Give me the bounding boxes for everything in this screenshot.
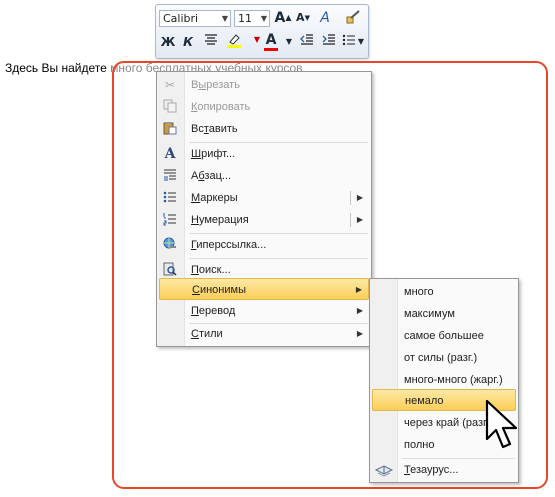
access-key: ы (198, 79, 207, 91)
font-color-label: A (265, 32, 277, 48)
numbering-icon (162, 212, 178, 228)
bullets-icon (162, 190, 178, 206)
styles-icon[interactable]: A (316, 9, 334, 27)
synonym-item[interactable]: много (372, 281, 516, 303)
menu-item-label: Копировать (191, 101, 251, 113)
menu-item-label: Стили (191, 328, 223, 340)
chevron-down-icon[interactable]: ▼ (222, 11, 228, 26)
increase-indent-icon[interactable] (320, 33, 338, 51)
menu-item-label: Гиперссылка... (191, 239, 267, 251)
mini-toolbar: Calibri ▼ 11 ▼ A▲ A▼ A Ж К ▼ A ▼ ▼ (155, 4, 369, 59)
decrease-indent-icon[interactable] (298, 33, 316, 51)
menu-item-label: Абзац... (191, 170, 232, 182)
access-key: Г (191, 239, 197, 251)
highlight-icon[interactable] (226, 33, 244, 51)
menu-item-label: Маркеры (191, 192, 238, 204)
menu-item-synonyms[interactable]: Синонимы ▶ (159, 278, 369, 300)
menu-item-paste[interactable]: Вставить (159, 118, 369, 140)
menu-item-numbering[interactable]: Нумерация ▶ (159, 209, 369, 231)
synonym-label: максимум (404, 308, 455, 320)
synonym-label: много-много (жарг.) (404, 374, 503, 386)
chevron-down-icon[interactable]: ▼ (261, 11, 267, 26)
paste-icon (162, 121, 178, 137)
menu-item-label: Синонимы (192, 284, 246, 296)
font-icon: A (164, 146, 176, 162)
synonym-item[interactable]: максимум (372, 303, 516, 325)
bold-button[interactable]: Ж (159, 33, 177, 51)
menu-item-bullets[interactable]: Маркеры ▶ (159, 187, 369, 209)
hyperlink-icon (162, 237, 178, 253)
access-key: Ш (191, 148, 202, 160)
font-name-combo[interactable]: Calibri ▼ (159, 10, 231, 27)
shrink-font-icon[interactable]: A▼ (294, 9, 312, 27)
menu-item-hyperlink[interactable]: Гиперссылка... (159, 234, 369, 256)
font-color-swatch (264, 48, 278, 51)
submenu-arrow-icon: ▶ (355, 285, 362, 294)
menu-item-paragraph[interactable]: Абзац... (159, 165, 369, 187)
mouse-cursor-icon (485, 399, 519, 451)
chevron-down-icon[interactable]: ▼ (280, 33, 298, 51)
access-key: П (191, 305, 199, 317)
synonym-label: много (404, 286, 434, 298)
paragraph-icon (162, 168, 178, 184)
access-key: Н (191, 214, 199, 226)
menu-item-styles[interactable]: Стили ▶ (159, 323, 369, 345)
submenu-arrow-icon: ▶ (356, 306, 363, 315)
synonym-label: самое большее (404, 330, 484, 342)
document-text-plain: Здесь Вы найдете (5, 61, 111, 75)
synonym-label: немало (405, 395, 444, 407)
font-size-combo[interactable]: 11 ▼ (234, 10, 270, 27)
access-key: М (191, 192, 201, 204)
menu-item-label: Вставить (191, 123, 238, 135)
synonym-label: через край (разг.) (404, 417, 493, 429)
chevron-down-icon[interactable]: ▼ (356, 33, 366, 51)
menu-item-label: Вырезать (191, 79, 240, 91)
italic-button[interactable]: К (179, 33, 197, 51)
menu-item-label: Шрифт... (191, 148, 236, 160)
menu-item-cut[interactable]: ✂ Вырезать (159, 74, 369, 96)
submenu-arrow-icon: ▶ (356, 329, 363, 338)
split-separator (350, 191, 351, 205)
synonyms-submenu: много максимум самое большее от силы (ра… (369, 278, 519, 483)
copy-icon (162, 99, 178, 115)
research-icon (162, 262, 178, 278)
access-key: Т (404, 464, 411, 476)
context-menu: ✂ Вырезать Копировать Вставить A Шрифт..… (156, 71, 372, 347)
access-key: К (191, 101, 198, 113)
access-key: С (192, 284, 200, 296)
access-key: т (203, 123, 209, 135)
font-name-value: Calibri (163, 12, 199, 25)
thesaurus-icon (374, 462, 394, 478)
submenu-arrow-icon[interactable]: ▶ (357, 209, 363, 231)
menu-item-font[interactable]: A Шрифт... (159, 143, 369, 165)
grow-font-icon[interactable]: A▲ (274, 9, 292, 27)
menu-item-translate[interactable]: Перевод ▶ (159, 300, 369, 322)
menu-item-label: Нумерация (191, 214, 249, 226)
synonym-item[interactable]: много-много (жарг.) (372, 369, 516, 391)
synonym-label: от силы (разг.) (404, 352, 478, 364)
split-separator (350, 213, 351, 227)
menu-item-label: Перевод (191, 305, 236, 317)
font-color-button[interactable]: A (262, 31, 280, 51)
thesaurus-item[interactable]: Тезаурус... (372, 459, 516, 481)
menu-item-copy[interactable]: Копировать (159, 96, 369, 118)
align-center-icon[interactable] (202, 33, 220, 51)
access-key: П (191, 264, 199, 276)
format-painter-icon[interactable] (344, 9, 362, 27)
synonym-item[interactable]: самое большее (372, 325, 516, 347)
font-size-value: 11 (238, 12, 252, 25)
access-key: б (198, 170, 205, 182)
submenu-arrow-icon[interactable]: ▶ (357, 187, 363, 209)
access-key: С (191, 328, 199, 340)
thesaurus-label: Тезаурус... (404, 464, 459, 476)
synonym-label: полно (404, 439, 435, 451)
synonym-item[interactable]: от силы (разг.) (372, 347, 516, 369)
scissors-icon: ✂ (164, 78, 176, 92)
